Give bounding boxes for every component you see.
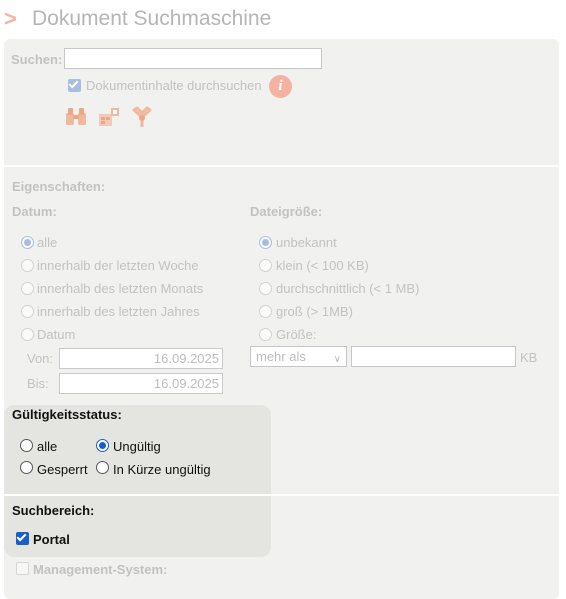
section-divider xyxy=(4,165,559,167)
date-option-label: innerhalb der letzten Woche xyxy=(37,258,199,273)
content-search-checkbox[interactable] xyxy=(68,78,81,92)
clear-icon[interactable] xyxy=(130,105,154,129)
portal-label: Portal xyxy=(33,532,70,547)
size-radio-large[interactable] xyxy=(259,305,272,318)
date-to-input[interactable]: 16.09.2025 xyxy=(59,373,223,394)
catalog-icon[interactable] xyxy=(97,105,121,129)
validity-option-label: Ungültig xyxy=(113,439,161,454)
info-icon[interactable]: i xyxy=(269,75,292,98)
title-chevron-icon: > xyxy=(4,6,17,31)
date-radio-month[interactable] xyxy=(21,282,34,295)
size-radio-unknown[interactable] xyxy=(259,236,272,249)
size-heading: Dateigröße: xyxy=(250,204,323,219)
date-from-input[interactable]: 16.09.2025 xyxy=(59,348,223,369)
portal-checkbox[interactable] xyxy=(16,531,29,545)
management-system-checkbox[interactable] xyxy=(16,562,29,575)
validity-option-label: alle xyxy=(37,439,58,454)
size-radio-custom[interactable] xyxy=(259,328,272,341)
date-radio-custom[interactable] xyxy=(21,328,34,341)
date-heading: Datum: xyxy=(12,204,57,219)
properties-heading: Eigenschaften: xyxy=(12,179,106,194)
validity-radio-all[interactable] xyxy=(20,439,33,452)
size-option-label: groß (> 1MB) xyxy=(276,304,353,319)
size-option-label: klein (< 100 KB) xyxy=(276,258,369,273)
size-option-label: durchschnittlich (< 1 MB) xyxy=(276,281,420,296)
chevron-down-icon: ∨ xyxy=(333,354,341,365)
size-comparator-select[interactable]: mehr als ∨ xyxy=(250,346,347,367)
date-radio-week[interactable] xyxy=(21,259,34,272)
validity-radio-locked[interactable] xyxy=(20,461,33,474)
content-search-label: Dokumentinhalte durchsuchen xyxy=(86,78,262,93)
binoculars-icon[interactable] xyxy=(64,105,88,129)
scope-heading: Suchbereich: xyxy=(12,503,95,518)
validity-option-label: In Kürze ungültig xyxy=(113,462,211,477)
date-option-label: alle xyxy=(37,235,58,250)
management-system-label: Management-System: xyxy=(33,562,168,577)
size-unit-label: KB xyxy=(520,350,538,365)
size-value-input[interactable] xyxy=(351,346,516,367)
search-input[interactable] xyxy=(64,48,322,69)
date-option-label: innerhalb des letzten Jahres xyxy=(37,304,200,319)
size-option-label: Größe: xyxy=(276,327,317,342)
validity-radio-soon-invalid[interactable] xyxy=(96,461,109,474)
section-divider xyxy=(4,494,559,496)
size-radio-small[interactable] xyxy=(259,259,272,272)
date-radio-year[interactable] xyxy=(21,305,34,318)
validity-radio-invalid[interactable] xyxy=(96,439,109,452)
validity-option-label: Gesperrt xyxy=(37,462,88,477)
date-option-label: Datum xyxy=(37,327,76,342)
size-radio-average[interactable] xyxy=(259,282,272,295)
size-comparator-value: mehr als xyxy=(256,349,306,364)
search-label: Suchen: xyxy=(11,52,63,67)
date-from-label: Von: xyxy=(27,351,54,366)
page-title: Dokument Suchmaschine xyxy=(32,7,272,30)
date-option-label: innerhalb des letzten Monats xyxy=(37,281,204,296)
date-to-label: Bis: xyxy=(27,376,49,391)
date-radio-all[interactable] xyxy=(21,236,34,249)
validity-heading: Gültigkeitsstatus: xyxy=(12,407,122,422)
size-option-label: unbekannt xyxy=(276,235,337,250)
